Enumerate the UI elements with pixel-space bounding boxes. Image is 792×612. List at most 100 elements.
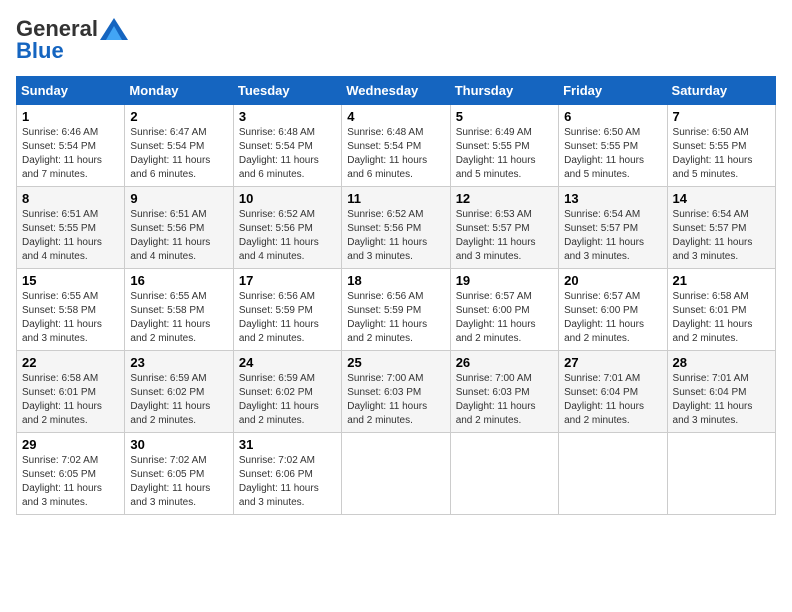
day-info: Sunrise: 6:49 AM Sunset: 5:55 PM Dayligh… xyxy=(456,126,553,182)
weekday-header-row: SundayMondayTuesdayWednesdayThursdayFrid… xyxy=(17,77,776,105)
day-number: 11 xyxy=(347,191,444,206)
calendar-cell: 6Sunrise: 6:50 AM Sunset: 5:55 PM Daylig… xyxy=(559,105,667,187)
day-info: Sunrise: 7:02 AM Sunset: 6:05 PM Dayligh… xyxy=(130,454,227,510)
day-number: 16 xyxy=(130,273,227,288)
weekday-header-monday: Monday xyxy=(125,77,233,105)
day-info: Sunrise: 6:48 AM Sunset: 5:54 PM Dayligh… xyxy=(239,126,336,182)
day-number: 8 xyxy=(22,191,119,206)
calendar-cell: 5 Sunrise: 6:49 AM Sunset: 5:55 PM Daylig… xyxy=(450,105,558,187)
calendar-cell: 28 Sunrise: 7:01 AM Sunset: 6:04 PM Dayli… xyxy=(667,351,775,433)
day-number: 14 xyxy=(673,191,770,206)
weekday-header-saturday: Saturday xyxy=(667,77,775,105)
day-info: Sunrise: 7:02 AM Sunset: 6:06 PM Dayligh… xyxy=(239,454,336,510)
calendar-cell: 16Sunrise: 6:55 AM Sunset: 5:58 PM Dayli… xyxy=(125,269,233,351)
day-number: 29 xyxy=(22,437,119,452)
day-info: Sunrise: 6:48 AM Sunset: 5:54 PM Dayligh… xyxy=(347,126,444,182)
day-info: Sunrise: 7:00 AM Sunset: 6:03 PM Dayligh… xyxy=(456,372,553,428)
day-info: Sunrise: 6:47 AM Sunset: 5:54 PM Dayligh… xyxy=(130,126,227,182)
day-info: Sunrise: 6:59 AM Sunset: 6:02 PM Dayligh… xyxy=(130,372,227,428)
calendar-cell: 15 Sunrise: 6:55 AM Sunset: 5:58 PM Dayli… xyxy=(17,269,125,351)
calendar-cell: 12 Sunrise: 6:53 AM Sunset: 5:57 PM Dayli… xyxy=(450,187,558,269)
calendar-cell: 3 Sunrise: 6:48 AM Sunset: 5:54 PM Daylig… xyxy=(233,105,341,187)
day-info: Sunrise: 6:58 AM Sunset: 6:01 PM Dayligh… xyxy=(22,372,119,428)
day-info: Sunrise: 7:01 AM Sunset: 6:04 PM Dayligh… xyxy=(673,372,770,428)
calendar-cell: 24 Sunrise: 6:59 AM Sunset: 6:02 PM Dayli… xyxy=(233,351,341,433)
day-info: Sunrise: 6:51 AM Sunset: 5:55 PM Dayligh… xyxy=(22,208,119,264)
calendar-cell: 7 Sunrise: 6:50 AM Sunset: 5:55 PM Daylig… xyxy=(667,105,775,187)
week-row-1: 1 Sunrise: 6:46 AM Sunset: 5:54 PM Daylig… xyxy=(17,105,776,187)
calendar-cell: 14 Sunrise: 6:54 AM Sunset: 5:57 PM Dayli… xyxy=(667,187,775,269)
day-info: Sunrise: 6:50 AM Sunset: 5:55 PM Dayligh… xyxy=(673,126,770,182)
weekday-header-tuesday: Tuesday xyxy=(233,77,341,105)
day-number: 18 xyxy=(347,273,444,288)
week-row-2: 8 Sunrise: 6:51 AM Sunset: 5:55 PM Daylig… xyxy=(17,187,776,269)
weekday-header-thursday: Thursday xyxy=(450,77,558,105)
day-number: 5 xyxy=(456,109,553,124)
calendar-cell: 22 Sunrise: 6:58 AM Sunset: 6:01 PM Dayli… xyxy=(17,351,125,433)
calendar-cell: 4 Sunrise: 6:48 AM Sunset: 5:54 PM Daylig… xyxy=(342,105,450,187)
calendar-cell: 13 Sunrise: 6:54 AM Sunset: 5:57 PM Dayli… xyxy=(559,187,667,269)
day-number: 22 xyxy=(22,355,119,370)
calendar-cell: 23 Sunrise: 6:59 AM Sunset: 6:02 PM Dayli… xyxy=(125,351,233,433)
day-info: Sunrise: 6:52 AM Sunset: 5:56 PM Dayligh… xyxy=(347,208,444,264)
day-number: 20 xyxy=(564,273,661,288)
day-number: 24 xyxy=(239,355,336,370)
day-info: Sunrise: 6:46 AM Sunset: 5:54 PM Dayligh… xyxy=(22,126,119,182)
calendar-cell: 11 Sunrise: 6:52 AM Sunset: 5:56 PM Dayli… xyxy=(342,187,450,269)
calendar-cell: 30Sunrise: 7:02 AM Sunset: 6:05 PM Dayli… xyxy=(125,433,233,515)
calendar-cell: 17 Sunrise: 6:56 AM Sunset: 5:59 PM Dayli… xyxy=(233,269,341,351)
day-number: 28 xyxy=(673,355,770,370)
week-row-3: 15 Sunrise: 6:55 AM Sunset: 5:58 PM Dayli… xyxy=(17,269,776,351)
day-info: Sunrise: 6:53 AM Sunset: 5:57 PM Dayligh… xyxy=(456,208,553,264)
calendar-cell: 20 Sunrise: 6:57 AM Sunset: 6:00 PM Dayli… xyxy=(559,269,667,351)
day-number: 21 xyxy=(673,273,770,288)
calendar-cell: 10 Sunrise: 6:52 AM Sunset: 5:56 PM Dayli… xyxy=(233,187,341,269)
day-number: 31 xyxy=(239,437,336,452)
calendar-cell: 31 Sunrise: 7:02 AM Sunset: 6:06 PM Dayli… xyxy=(233,433,341,515)
weekday-header-friday: Friday xyxy=(559,77,667,105)
calendar-cell: 21Sunrise: 6:58 AM Sunset: 6:01 PM Dayli… xyxy=(667,269,775,351)
logo-blue: Blue xyxy=(16,38,64,64)
day-number: 2 xyxy=(130,109,227,124)
day-info: Sunrise: 6:55 AM Sunset: 5:58 PM Dayligh… xyxy=(22,290,119,346)
page-header: General Blue xyxy=(16,16,776,64)
day-info: Sunrise: 6:57 AM Sunset: 6:00 PM Dayligh… xyxy=(564,290,661,346)
calendar-cell: 25 Sunrise: 7:00 AM Sunset: 6:03 PM Dayli… xyxy=(342,351,450,433)
day-number: 19 xyxy=(456,273,553,288)
day-number: 25 xyxy=(347,355,444,370)
calendar-cell: 8 Sunrise: 6:51 AM Sunset: 5:55 PM Daylig… xyxy=(17,187,125,269)
day-info: Sunrise: 6:57 AM Sunset: 6:00 PM Dayligh… xyxy=(456,290,553,346)
day-info: Sunrise: 6:56 AM Sunset: 5:59 PM Dayligh… xyxy=(239,290,336,346)
logo-icon xyxy=(100,18,128,40)
day-info: Sunrise: 6:52 AM Sunset: 5:56 PM Dayligh… xyxy=(239,208,336,264)
day-number: 27 xyxy=(564,355,661,370)
day-number: 7 xyxy=(673,109,770,124)
day-number: 15 xyxy=(22,273,119,288)
day-number: 4 xyxy=(347,109,444,124)
calendar-table: SundayMondayTuesdayWednesdayThursdayFrid… xyxy=(16,76,776,515)
day-info: Sunrise: 6:54 AM Sunset: 5:57 PM Dayligh… xyxy=(673,208,770,264)
day-info: Sunrise: 6:54 AM Sunset: 5:57 PM Dayligh… xyxy=(564,208,661,264)
weekday-header-sunday: Sunday xyxy=(17,77,125,105)
calendar-cell: 29Sunrise: 7:02 AM Sunset: 6:05 PM Dayli… xyxy=(17,433,125,515)
day-info: Sunrise: 6:56 AM Sunset: 5:59 PM Dayligh… xyxy=(347,290,444,346)
day-number: 9 xyxy=(130,191,227,206)
day-number: 3 xyxy=(239,109,336,124)
day-number: 10 xyxy=(239,191,336,206)
calendar-cell: 19 Sunrise: 6:57 AM Sunset: 6:00 PM Dayli… xyxy=(450,269,558,351)
calendar-cell: 27 Sunrise: 7:01 AM Sunset: 6:04 PM Dayli… xyxy=(559,351,667,433)
day-info: Sunrise: 6:59 AM Sunset: 6:02 PM Dayligh… xyxy=(239,372,336,428)
day-number: 17 xyxy=(239,273,336,288)
day-number: 13 xyxy=(564,191,661,206)
day-number: 23 xyxy=(130,355,227,370)
logo: General Blue xyxy=(16,16,128,64)
calendar-cell xyxy=(559,433,667,515)
day-info: Sunrise: 7:01 AM Sunset: 6:04 PM Dayligh… xyxy=(564,372,661,428)
day-info: Sunrise: 6:51 AM Sunset: 5:56 PM Dayligh… xyxy=(130,208,227,264)
calendar-cell: 1 Sunrise: 6:46 AM Sunset: 5:54 PM Daylig… xyxy=(17,105,125,187)
day-number: 1 xyxy=(22,109,119,124)
day-number: 12 xyxy=(456,191,553,206)
week-row-5: 29 Sunrise: 7:02 AM Sunset: 6:05 PM Dayli… xyxy=(17,433,776,515)
day-info: Sunrise: 7:00 AM Sunset: 6:03 PM Dayligh… xyxy=(347,372,444,428)
calendar-cell: 9 Sunrise: 6:51 AM Sunset: 5:56 PM Daylig… xyxy=(125,187,233,269)
